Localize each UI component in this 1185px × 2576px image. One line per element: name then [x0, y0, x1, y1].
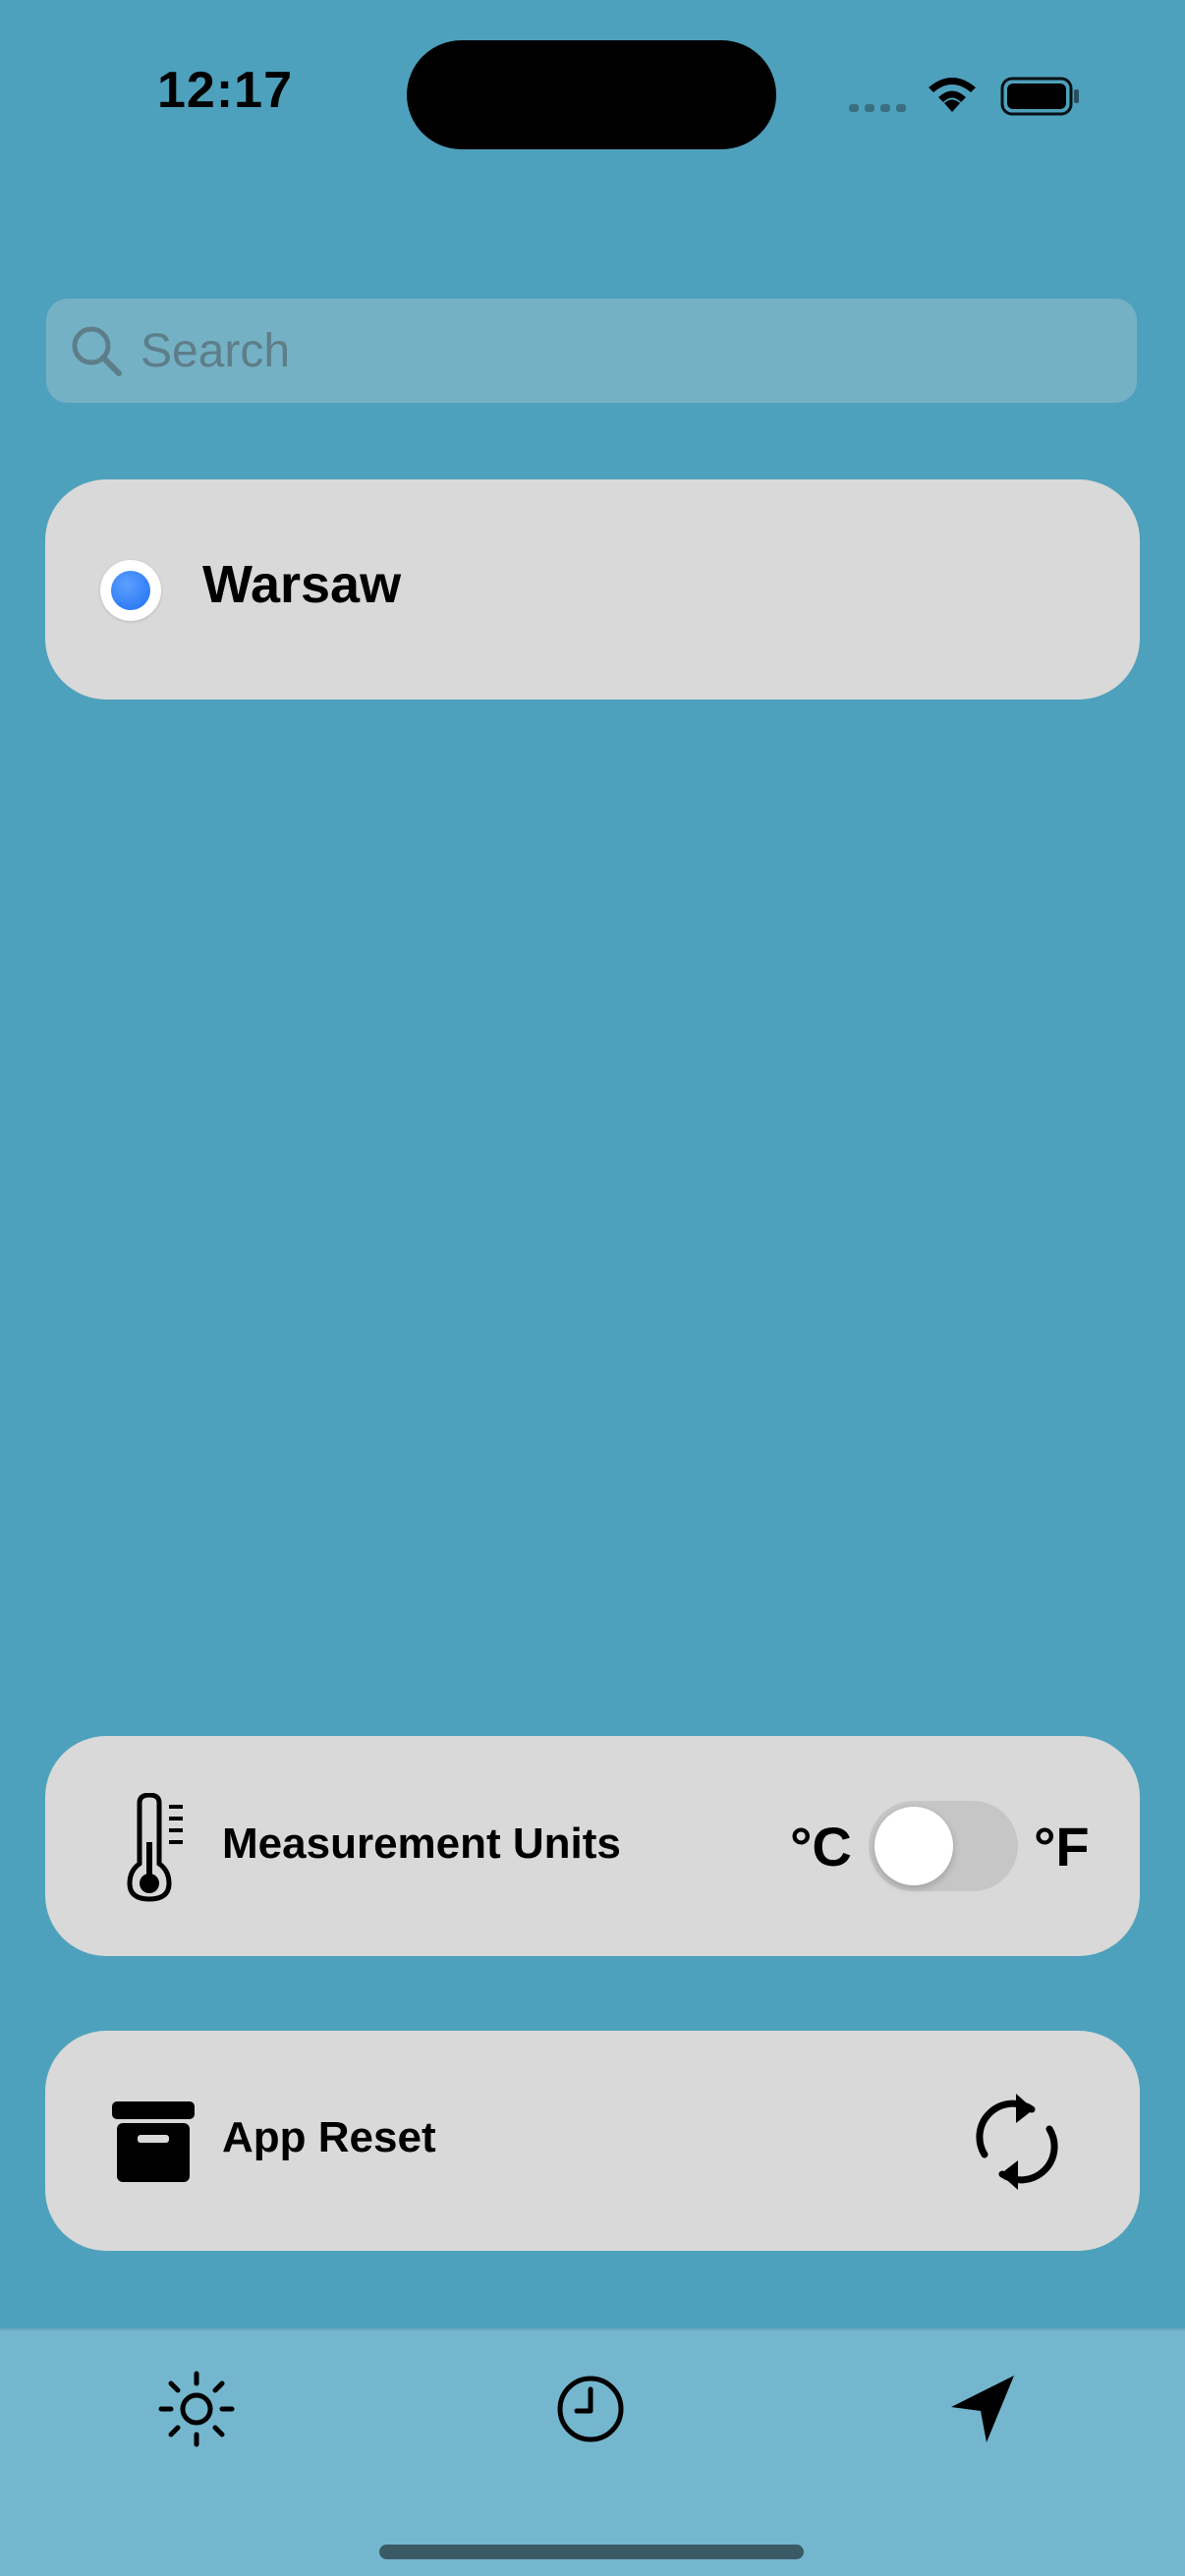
battery-icon: [1000, 77, 1079, 116]
city-name: Warsaw: [202, 555, 402, 614]
thermometer-icon: [127, 1793, 183, 1902]
measurement-units-card: Measurement Units °C °F: [45, 1736, 1140, 1956]
search-bar[interactable]: [46, 299, 1137, 403]
dynamic-island: [407, 40, 776, 149]
city-card-warsaw[interactable]: Warsaw: [45, 479, 1140, 700]
cellular-signal-icon: [849, 104, 906, 112]
selected-radio-icon[interactable]: [100, 560, 161, 621]
tab-weather[interactable]: [138, 2350, 255, 2468]
location-arrow-icon: [951, 2376, 1014, 2442]
tab-bar: [0, 2328, 1185, 2576]
radio-dot: [111, 571, 150, 610]
status-bar: 12:17: [0, 0, 1185, 187]
fahrenheit-label: °F: [1034, 1816, 1090, 1877]
archive-icon: [112, 2101, 195, 2182]
toggle-knob[interactable]: [875, 1807, 953, 1885]
wifi-icon: [929, 78, 976, 112]
app-reset-card: App Reset: [45, 2031, 1140, 2251]
status-time: 12:17: [157, 62, 293, 119]
measurement-units-label: Measurement Units: [222, 1820, 621, 1868]
celsius-label: °C: [790, 1816, 852, 1877]
search-input[interactable]: [141, 299, 1103, 403]
sun-icon: [158, 2371, 235, 2447]
search-icon: [72, 326, 122, 376]
tab-history[interactable]: [532, 2350, 649, 2468]
tab-location[interactable]: [924, 2350, 1042, 2468]
clock-icon: [557, 2376, 624, 2442]
app-reset-label: App Reset: [222, 2113, 436, 2161]
refresh-icon[interactable]: [963, 2088, 1071, 2196]
units-toggle[interactable]: [869, 1801, 1018, 1891]
home-indicator: [379, 2545, 804, 2559]
